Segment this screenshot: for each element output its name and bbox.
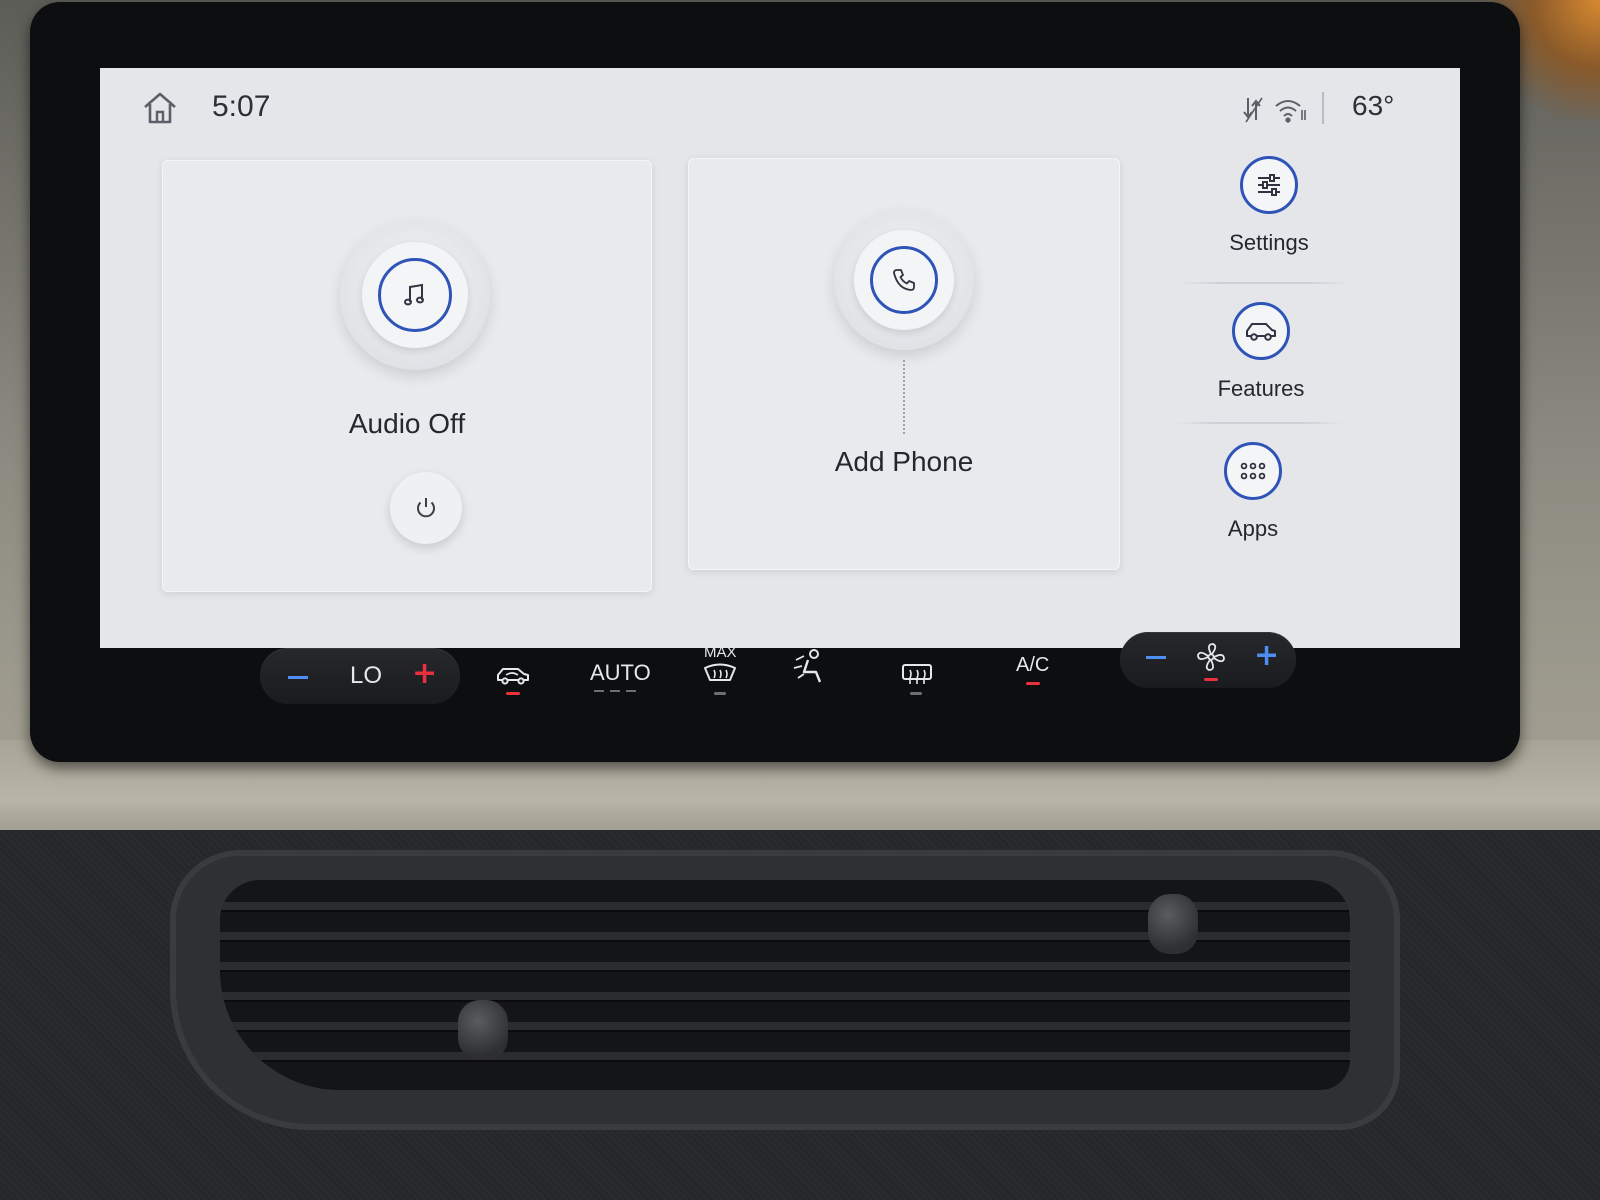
ac-indicator — [1026, 682, 1040, 685]
vent-knob-left[interactable] — [458, 1000, 508, 1060]
seat-airflow-icon[interactable] — [790, 638, 830, 688]
auto-climate-button[interactable]: AUTO — [590, 660, 651, 686]
power-button[interactable] — [390, 472, 462, 544]
car-icon[interactable] — [1232, 302, 1290, 360]
nav-features[interactable]: Features — [1178, 302, 1348, 432]
temp-decrease-button[interactable] — [288, 676, 308, 679]
recirculation-car-icon[interactable] — [494, 662, 532, 688]
pairing-indicator-line — [903, 360, 905, 434]
nav-settings[interactable]: Settings — [1186, 156, 1356, 286]
music-note-icon[interactable] — [378, 258, 452, 332]
nav-apps[interactable]: Apps — [1170, 442, 1340, 572]
auto-indicator — [594, 690, 642, 692]
recirculation-indicator — [506, 692, 520, 695]
connectivity-status — [1243, 97, 1306, 123]
home-icon[interactable] — [140, 90, 180, 126]
data-transfer-icon — [1243, 97, 1263, 123]
max-defrost-label: MAX — [704, 644, 737, 661]
rear-defrost-indicator — [910, 692, 922, 695]
clock: 5:07 — [212, 90, 271, 123]
max-defrost-indicator — [714, 692, 726, 695]
rear-defrost-icon[interactable] — [900, 662, 934, 686]
audio-status-label: Audio Off — [348, 408, 466, 439]
fan-decrease-button[interactable] — [1146, 656, 1166, 659]
phone-card[interactable]: Add Phone — [688, 158, 1120, 570]
power-icon — [417, 498, 435, 518]
max-defrost-icon[interactable] — [702, 662, 738, 686]
vent-knob-right[interactable] — [1148, 894, 1198, 954]
fan-increase-button[interactable]: + — [1254, 638, 1279, 673]
sliders-icon[interactable] — [1240, 156, 1298, 214]
temp-increase-button[interactable]: + — [412, 656, 437, 691]
audio-card[interactable]: Audio Off — [162, 160, 652, 592]
outside-temperature: 63° — [1352, 90, 1395, 121]
nav-divider — [1180, 282, 1350, 284]
ac-button[interactable]: A/C — [1016, 654, 1049, 677]
wifi-icon — [1275, 100, 1306, 123]
status-divider — [1322, 92, 1324, 124]
temperature-setting: LO — [350, 662, 383, 689]
fan-icon — [1197, 643, 1225, 671]
nav-features-label: Features — [1217, 376, 1305, 401]
nav-apps-label: Apps — [1227, 516, 1279, 541]
phone-icon[interactable] — [870, 246, 938, 314]
nav-divider — [1174, 422, 1344, 424]
fan-speed-indicator — [1204, 678, 1218, 681]
nav-settings-label: Settings — [1229, 230, 1309, 255]
apps-grid-icon[interactable] — [1224, 442, 1282, 500]
infotainment-screen: 5:07 63° Audio Off Add Phone Settings Fe… — [100, 68, 1460, 648]
climate-control-bar: LO + AUTO MAX A/C + — [100, 632, 1460, 718]
add-phone-label: Add Phone — [834, 446, 974, 477]
